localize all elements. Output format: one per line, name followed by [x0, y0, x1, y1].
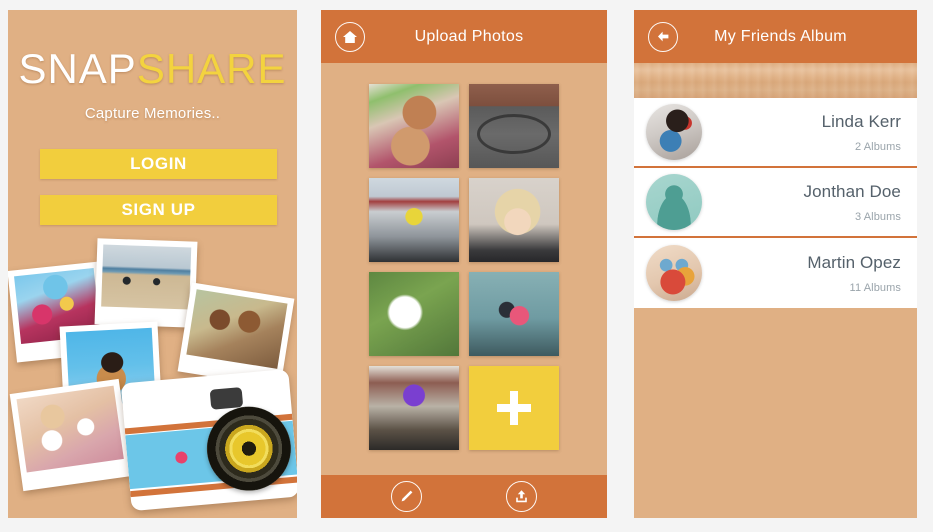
friend-row-martin[interactable]: Martin Opez 11 Albums	[634, 238, 917, 308]
friend-info-jonthan: Jonthan Doe 3 Albums	[702, 181, 903, 223]
photo-grid	[369, 84, 559, 450]
album-header-divider	[634, 63, 917, 98]
friend-name: Martin Opez	[807, 252, 901, 272]
app-logo: SNAPSHARE	[8, 48, 297, 90]
signup-button[interactable]: SIGN UP	[40, 195, 277, 225]
photo-tile-hall[interactable]	[369, 366, 459, 450]
photo-collage	[8, 238, 297, 518]
album-title: My Friends Album	[714, 27, 847, 45]
plus-icon	[497, 391, 531, 425]
avatar-martin	[646, 245, 702, 301]
friend-album-count: 3 Albums	[854, 211, 901, 224]
login-button[interactable]: LOGIN	[40, 149, 277, 179]
back-button[interactable]	[648, 21, 678, 52]
friend-name: Jonthan Doe	[803, 181, 901, 201]
add-photo-button[interactable]	[469, 366, 559, 450]
avatar-jonthan	[646, 174, 702, 230]
album-header: My Friends Album	[634, 10, 917, 63]
friend-info-martin: Martin Opez 11 Albums	[702, 252, 903, 294]
camera-viewfinder	[209, 387, 244, 410]
app-tagline: Capture Memories..	[84, 105, 221, 122]
upload-title: Upload Photos	[414, 27, 524, 45]
photo-tile-marilyn[interactable]	[469, 178, 559, 262]
avatar-linda	[646, 104, 702, 160]
upload-button[interactable]	[506, 481, 537, 512]
upload-toolbar	[321, 475, 607, 518]
friend-row-linda[interactable]: Linda Kerr 2 Albums	[634, 98, 917, 168]
friend-album-count: 11 Albums	[849, 282, 901, 295]
logo-snap: SNAP	[18, 45, 137, 92]
collage-image-couple	[186, 289, 288, 369]
upload-header: Upload Photos	[321, 10, 607, 63]
photo-tile-couple[interactable]	[469, 272, 559, 356]
edit-button[interactable]	[391, 481, 422, 512]
logo-share: SHARE	[136, 45, 287, 92]
upload-icon	[516, 490, 527, 503]
login-screen: SNAPSHARE Capture Memories.. LOGIN SIGN …	[8, 10, 297, 518]
pencil-icon	[401, 490, 413, 502]
photo-tile-man-sitting[interactable]	[369, 178, 459, 262]
app-logo-text: SNAPSHARE	[8, 48, 297, 90]
app-screenshot: SNAPSHARE Capture Memories.. LOGIN SIGN …	[0, 0, 933, 532]
friends-album-screen: My Friends Album Linda Kerr 2 Albums Jon…	[634, 10, 917, 518]
friend-info-linda: Linda Kerr 2 Albums	[702, 111, 903, 153]
friend-name: Linda Kerr	[821, 111, 901, 131]
collage-image-beach	[101, 244, 192, 310]
collage-photo-beach	[94, 238, 198, 328]
photo-grid-area	[321, 63, 607, 475]
friend-album-count: 2 Albums	[854, 141, 901, 154]
home-button[interactable]	[335, 21, 365, 52]
home-icon	[343, 30, 357, 43]
collage-image-icecream	[16, 385, 124, 473]
photo-tile-rabbits[interactable]	[369, 84, 459, 168]
back-arrow-icon	[657, 31, 668, 42]
photo-tile-dandelion[interactable]	[369, 272, 459, 356]
upload-screen: Upload Photos	[321, 10, 607, 518]
collage-photo-icecream	[9, 378, 133, 492]
friends-list: Linda Kerr 2 Albums Jonthan Doe 3 Albums…	[634, 98, 917, 308]
photo-tile-bicycle[interactable]	[469, 84, 559, 168]
friend-row-jonthan[interactable]: Jonthan Doe 3 Albums	[634, 168, 917, 238]
camera-icon	[120, 368, 297, 512]
